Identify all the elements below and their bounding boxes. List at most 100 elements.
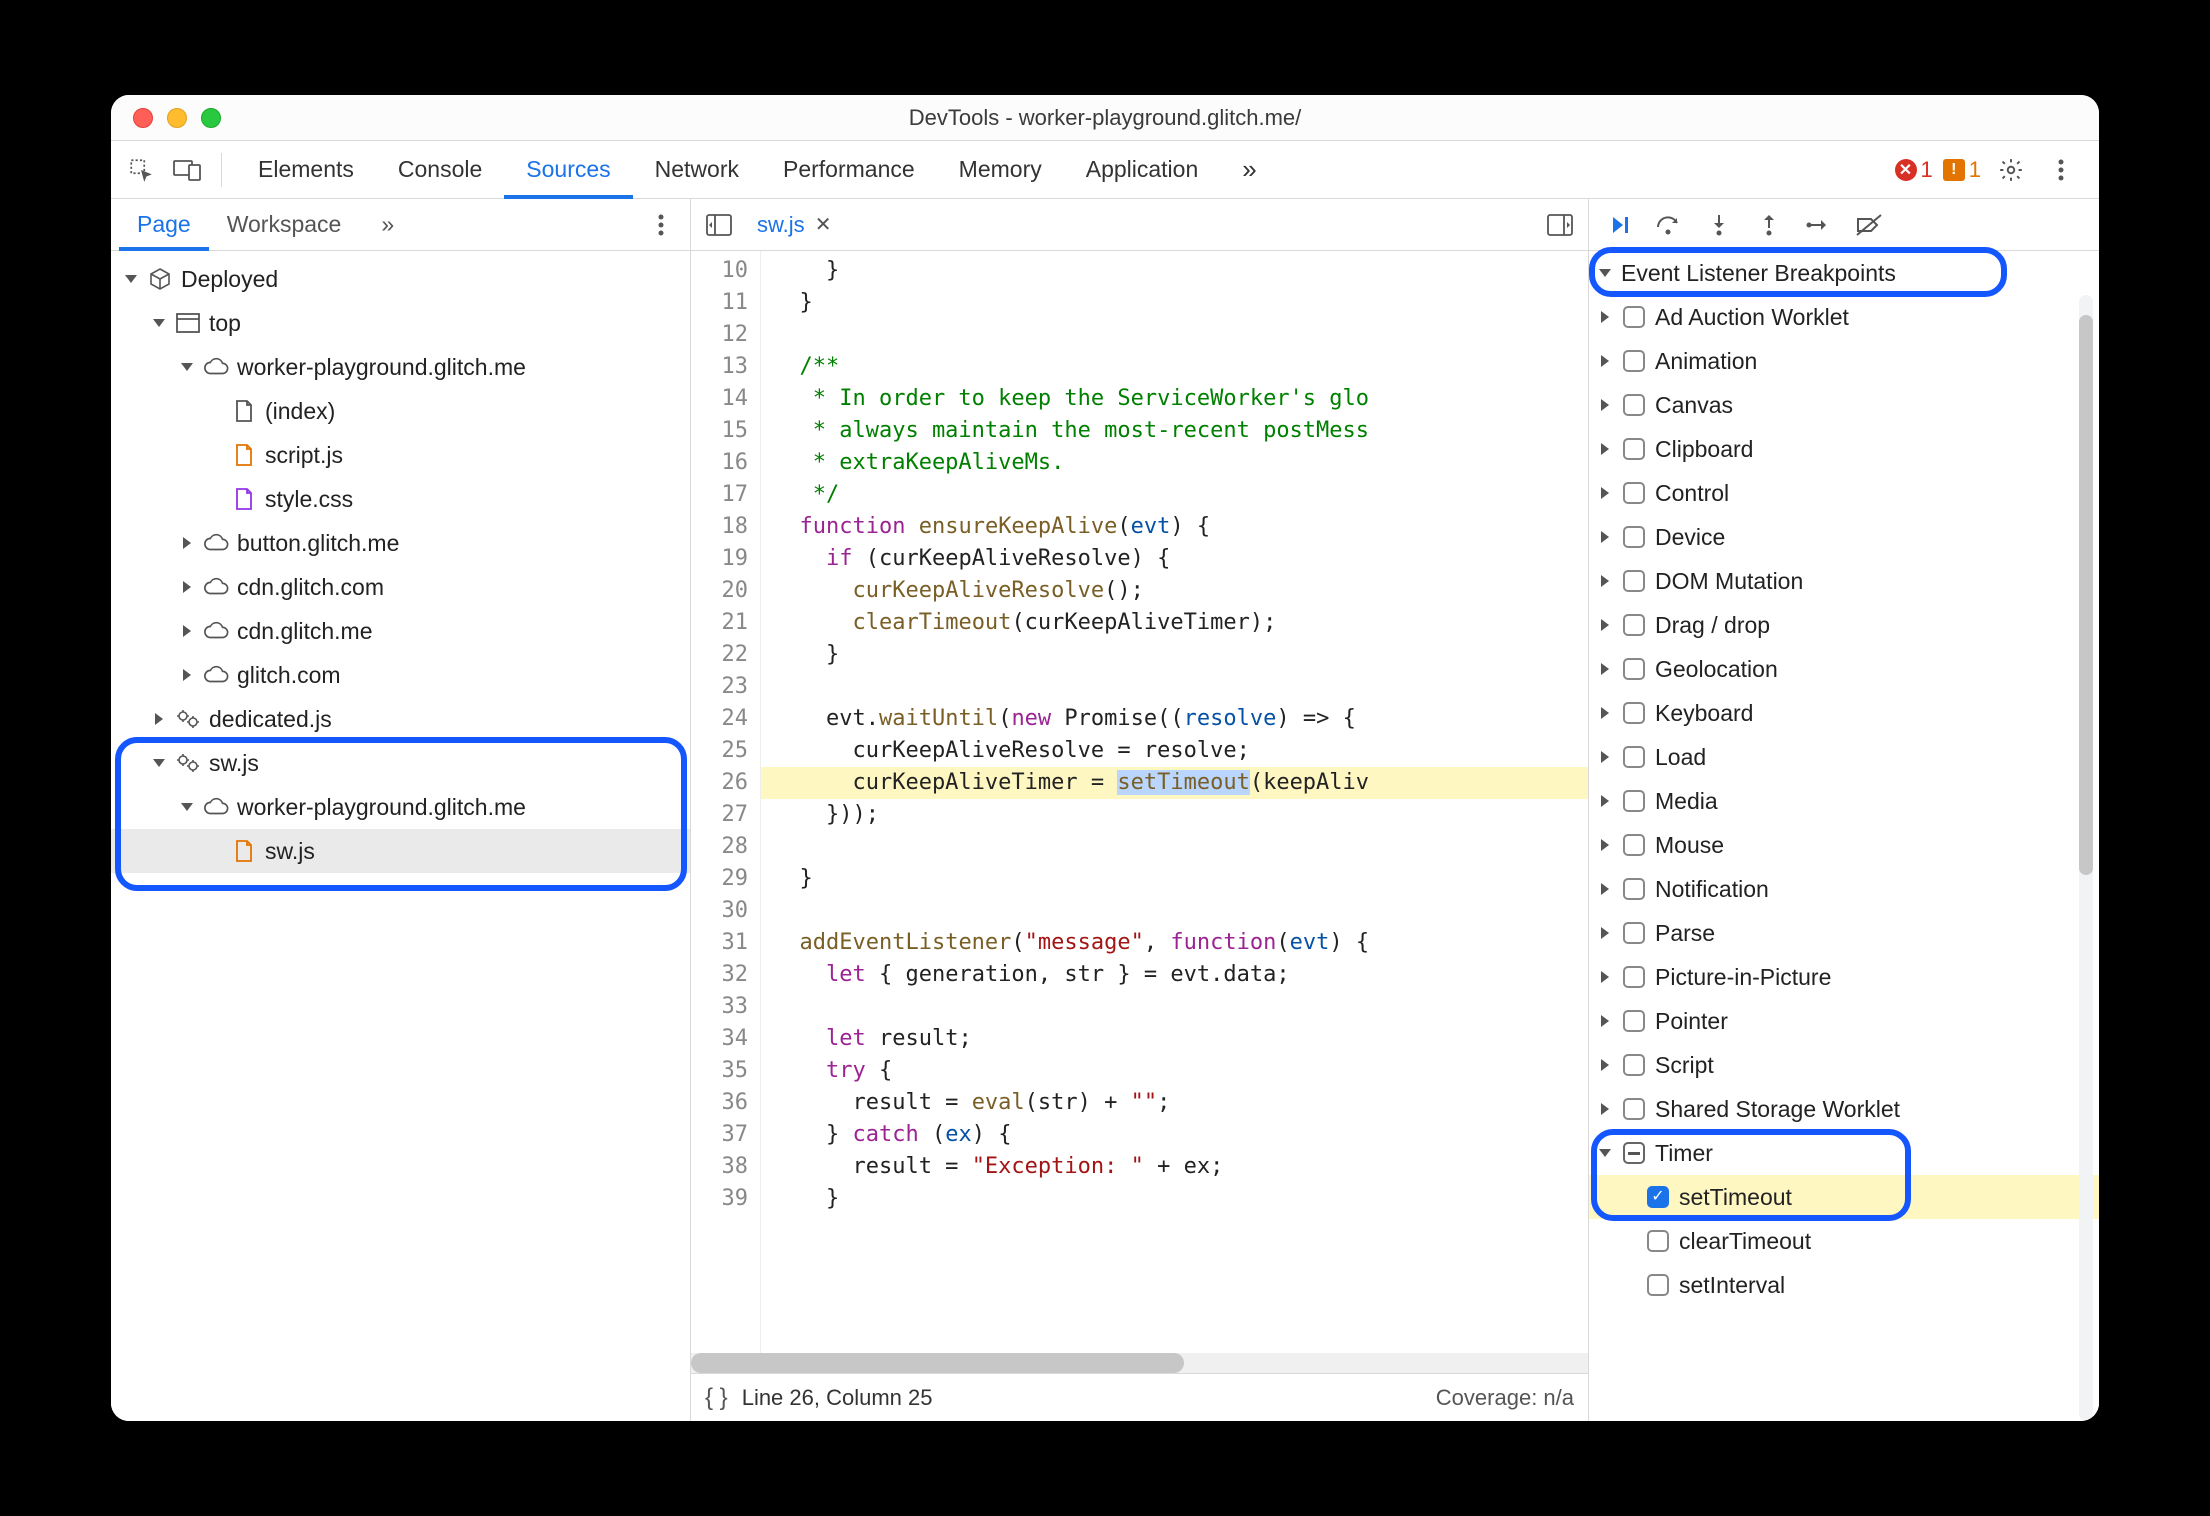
breakpoint-category[interactable]: Clipboard	[1589, 427, 2099, 471]
breakpoint-category[interactable]: DOM Mutation	[1589, 559, 2099, 603]
code-line[interactable]: }	[761, 863, 1588, 895]
code-line[interactable]: */	[761, 479, 1588, 511]
scroll-thumb[interactable]	[2079, 315, 2093, 875]
panel-tab-elements[interactable]: Elements	[236, 141, 376, 199]
checkbox[interactable]	[1623, 526, 1645, 548]
navigator-kebab-icon[interactable]	[640, 199, 682, 251]
navigator-subtabs-overflow-icon[interactable]: »	[363, 199, 412, 251]
code-line[interactable]: curKeepAliveTimer = setTimeout(keepAliv	[761, 767, 1588, 799]
checkbox[interactable]	[1623, 966, 1645, 988]
code-line[interactable]: * extraKeepAliveMs.	[761, 447, 1588, 479]
code-line[interactable]	[761, 831, 1588, 863]
tree-node[interactable]: Deployed	[111, 257, 690, 301]
code-line[interactable]: evt.waitUntil(new Promise((resolve) => {	[761, 703, 1588, 735]
code-line[interactable]: } catch (ex) {	[761, 1119, 1588, 1151]
tree-node[interactable]: dedicated.js	[111, 697, 690, 741]
code-line[interactable]: }));	[761, 799, 1588, 831]
breakpoint-category[interactable]: Mouse	[1589, 823, 2099, 867]
checkbox[interactable]	[1623, 1054, 1645, 1076]
code-line[interactable]	[761, 671, 1588, 703]
code-line[interactable]	[761, 991, 1588, 1023]
tree-node[interactable]: button.glitch.me	[111, 521, 690, 565]
code-line[interactable]: result = "Exception: " + ex;	[761, 1151, 1588, 1183]
code-area[interactable]: } } /** * In order to keep the ServiceWo…	[761, 251, 1588, 1353]
breakpoint-category[interactable]: Ad Auction Worklet	[1589, 295, 2099, 339]
resume-icon[interactable]	[1597, 203, 1641, 247]
breakpoint-category[interactable]: Drag / drop	[1589, 603, 2099, 647]
code-line[interactable]: curKeepAliveResolve = resolve;	[761, 735, 1588, 767]
device-toolbar-icon[interactable]	[167, 150, 207, 190]
tree-node[interactable]: worker-playground.glitch.me	[111, 785, 690, 829]
horizontal-scrollbar[interactable]	[691, 1353, 1588, 1373]
close-tab-icon[interactable]: ✕	[815, 212, 832, 237]
checkbox[interactable]	[1623, 570, 1645, 592]
checkbox[interactable]	[1623, 658, 1645, 680]
breakpoint-category[interactable]: Control	[1589, 471, 2099, 515]
tree-node[interactable]: sw.js	[111, 741, 690, 785]
settings-gear-icon[interactable]	[1991, 150, 2031, 190]
step-out-icon[interactable]	[1747, 203, 1791, 247]
panel-tab-console[interactable]: Console	[376, 141, 504, 199]
checkbox[interactable]	[1623, 350, 1645, 372]
breakpoint-category[interactable]: Pointer	[1589, 999, 2099, 1043]
checkbox[interactable]	[1623, 834, 1645, 856]
code-editor[interactable]: 1011121314151617181920212223242526272829…	[691, 251, 1588, 1353]
code-line[interactable]	[761, 319, 1588, 351]
panel-tab-sources[interactable]: Sources	[504, 141, 632, 199]
navigator-subtab-page[interactable]: Page	[119, 199, 209, 251]
tree-node[interactable]: top	[111, 301, 690, 345]
inspect-element-icon[interactable]	[121, 150, 161, 190]
pretty-print-icon[interactable]: { }	[705, 1384, 728, 1412]
code-line[interactable]: }	[761, 287, 1588, 319]
checkbox[interactable]	[1623, 702, 1645, 724]
panel-tab-memory[interactable]: Memory	[937, 141, 1064, 199]
breakpoint-category[interactable]: Canvas	[1589, 383, 2099, 427]
checkbox[interactable]	[1623, 1142, 1645, 1164]
code-line[interactable]: * always maintain the most-recent postMe…	[761, 415, 1588, 447]
tree-node[interactable]: worker-playground.glitch.me	[111, 345, 690, 389]
checkbox[interactable]	[1647, 1274, 1669, 1296]
code-line[interactable]: curKeepAliveResolve();	[761, 575, 1588, 607]
breakpoint-category[interactable]: Geolocation	[1589, 647, 2099, 691]
breakpoint-category[interactable]: Timer	[1589, 1131, 2099, 1175]
breakpoint-category[interactable]: Shared Storage Worklet	[1589, 1087, 2099, 1131]
code-line[interactable]: let { generation, str } = evt.data;	[761, 959, 1588, 991]
checkbox[interactable]	[1623, 482, 1645, 504]
checkbox[interactable]	[1623, 878, 1645, 900]
panel-tab-performance[interactable]: Performance	[761, 141, 937, 199]
breakpoint-category[interactable]: Load	[1589, 735, 2099, 779]
breakpoint-category[interactable]: Parse	[1589, 911, 2099, 955]
toggle-debugger-icon[interactable]	[1540, 205, 1580, 245]
panel-tab-application[interactable]: Application	[1064, 141, 1221, 199]
tree-node[interactable]: cdn.glitch.com	[111, 565, 690, 609]
kebab-menu-icon[interactable]	[2041, 150, 2081, 190]
breakpoint-category[interactable]: Notification	[1589, 867, 2099, 911]
checkbox[interactable]	[1647, 1186, 1669, 1208]
code-line[interactable]: addEventListener("message", function(evt…	[761, 927, 1588, 959]
code-line[interactable]: }	[761, 1183, 1588, 1215]
tree-node[interactable]: (index)	[111, 389, 690, 433]
toggle-navigator-icon[interactable]	[699, 205, 739, 245]
code-line[interactable]: * In order to keep the ServiceWorker's g…	[761, 383, 1588, 415]
panel-tab-network[interactable]: Network	[633, 141, 761, 199]
breakpoint-category[interactable]: Picture-in-Picture	[1589, 955, 2099, 999]
step-into-icon[interactable]	[1697, 203, 1741, 247]
breakpoint-item[interactable]: setTimeout	[1589, 1175, 2099, 1219]
checkbox[interactable]	[1623, 306, 1645, 328]
vertical-scrollbar[interactable]	[2073, 295, 2099, 1421]
code-line[interactable]: if (curKeepAliveResolve) {	[761, 543, 1588, 575]
code-line[interactable]: let result;	[761, 1023, 1588, 1055]
code-line[interactable]: /**	[761, 351, 1588, 383]
code-line[interactable]: try {	[761, 1055, 1588, 1087]
tree-node[interactable]: sw.js	[111, 829, 690, 873]
breakpoint-category[interactable]: Device	[1589, 515, 2099, 559]
scroll-thumb[interactable]	[691, 1353, 1184, 1373]
checkbox[interactable]	[1623, 790, 1645, 812]
breakpoint-category[interactable]: Media	[1589, 779, 2099, 823]
checkbox[interactable]	[1623, 394, 1645, 416]
deactivate-breakpoints-icon[interactable]	[1847, 203, 1891, 247]
navigator-subtab-workspace[interactable]: Workspace	[209, 199, 360, 251]
code-line[interactable]: result = eval(str) + "";	[761, 1087, 1588, 1119]
checkbox[interactable]	[1623, 922, 1645, 944]
event-listener-breakpoints-header[interactable]: Event Listener Breakpoints	[1589, 251, 2099, 295]
